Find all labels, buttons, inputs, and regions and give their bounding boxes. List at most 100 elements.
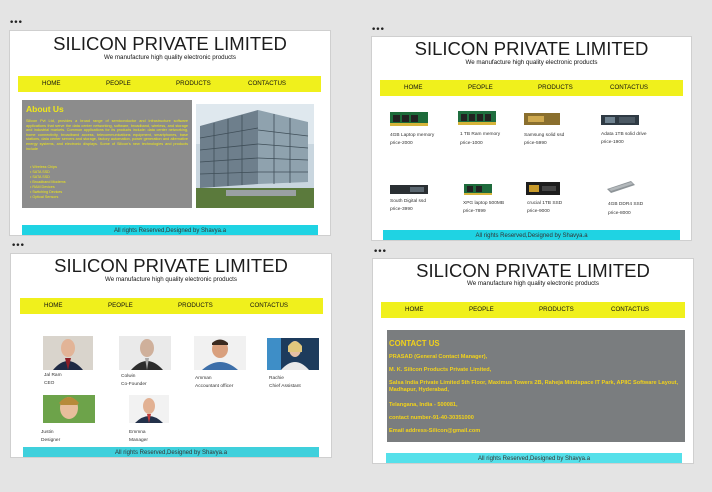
ram-module-icon[interactable] [390,112,428,126]
home-page-frame: SILICON PRIVATE LIMITED We manufacture h… [9,30,331,236]
product-name: 1 TB Ram memory [460,132,501,137]
person-role: Designer [41,438,61,443]
person-photo [43,395,95,423]
footer-bar: All rights Reserved,Designed by Shavya.a [22,225,318,235]
navbar: HOME PEOPLE PRODUCTS CONTACTUS [18,76,321,92]
nav-people-link[interactable]: PEOPLE [469,306,494,313]
person-name: Emmna [129,430,146,435]
people-page-frame: SILICON PRIVATE LIMITED We manufacture h… [10,253,332,458]
site-title: SILICON PRIVATE LIMITED [54,255,288,276]
person-role: Manager [129,438,148,443]
site-subtitle: We manufacture high quality electronic p… [105,276,237,283]
product-price: price-3990 [390,207,413,212]
footer-text: All rights Reserved,Designed by Shavya.a [477,456,591,462]
footer-text: All rights Reserved,Designed by Shavya.a [475,233,588,239]
person-photo [194,336,246,370]
frame-options-icon[interactable]: ••• [11,242,25,251]
frame-options-icon[interactable]: ••• [373,248,387,257]
ssd-icon[interactable] [390,185,428,194]
person-photo [43,336,93,370]
product-name: South Digital ssd [390,199,426,204]
contact-page-frame: SILICON PRIVATE LIMITED We manufacture h… [372,258,694,464]
nav-home-link[interactable]: HOME [404,84,423,91]
product-name: XPG laptop 500MB [463,201,505,206]
person-photo [129,395,169,423]
product-name: Samsung solid ssd [524,133,565,138]
nav-contact-link[interactable]: CONTACTUS [611,306,649,313]
person-name: Rachie [269,376,284,381]
nav-home-link[interactable]: HOME [44,302,63,309]
person-name: Jal Ram [44,373,62,378]
product-price: price-1900 [601,140,624,145]
nav-products-link[interactable]: PRODUCTS [539,306,574,313]
footer-text: All rights Reserved,Designed by Shavya.a [113,228,227,234]
contact-email[interactable]: Email address-Silicon@gmail.com [389,428,683,435]
footer-bar: All rights Reserved,Designed by Shavya.a [383,230,680,240]
frame-options-icon[interactable]: ••• [9,19,23,28]
product-name: Adata 1TB solid drive [601,132,647,137]
footer-bar: All rights Reserved,Designed by Shavya.a [386,453,682,463]
about-text: Silicon Pvt Ltd, provides a broad range … [26,119,188,151]
person-name: Justin [41,430,54,435]
product-price: price-5990 [524,141,547,146]
person-role: Accountant officer [195,384,234,389]
navbar: HOME PEOPLE PRODUCTS CONTACTUS [380,80,683,96]
contact-line: M. K. Silicon Products Private Limited, [389,367,492,373]
site-subtitle: We manufacture high quality electronic p… [465,59,598,66]
product-price: price-8000 [608,211,631,216]
product-name: 4GB Laptop memory [390,133,435,138]
contact-panel: CONTACT US PRASAD (General Contact Manag… [387,330,685,442]
footer-text: All rights Reserved,Designed by Shavya.a [114,450,228,456]
person-name: Colwin [121,374,136,379]
about-product-list: Wireless Chips SATA SSD SATA SSD Broadba… [30,165,66,200]
nav-contact-link[interactable]: CONTACTUS [248,80,286,87]
nav-people-link[interactable]: PEOPLE [468,84,493,91]
about-heading: About Us [26,104,64,114]
site-title: SILICON PRIVATE LIMITED [414,38,649,59]
list-item: Optical Sensors [30,195,66,200]
ssd-icon[interactable] [524,113,560,125]
nav-people-link[interactable]: PEOPLE [108,302,133,309]
product-name: crucial 1TB SSD [527,201,563,206]
nav-contact-link[interactable]: CONTACTUS [250,302,288,309]
contact-line: PRASAD (General Contact Manager), [389,354,488,360]
nav-products-link[interactable]: PRODUCTS [538,84,573,91]
ssd-icon[interactable] [526,182,560,195]
office-building-image [196,104,314,208]
nav-contact-link[interactable]: CONTACTUS [610,84,648,91]
person-role: Chief Assistant [269,384,301,389]
ssd-icon[interactable] [601,115,639,125]
nav-home-link[interactable]: HOME [405,306,424,313]
site-title: SILICON PRIVATE LIMITED [53,33,287,54]
nav-home-link[interactable]: HOME [42,80,61,87]
site-subtitle: We manufacture high quality electronic p… [104,54,236,61]
ram-module-icon[interactable] [607,181,635,193]
ram-module-icon[interactable] [464,184,492,195]
product-price: price-1000 [460,141,483,146]
products-page-frame: SILICON PRIVATE LIMITED We manufacture h… [371,36,692,241]
person-role: CEO [44,381,55,386]
footer-bar: All rights Reserved,Designed by Shavya.a [23,447,319,457]
product-name: 4GB DDR4 SSD [608,202,644,207]
contact-line: Telangana, India - 500081, [389,402,458,408]
contact-heading: CONTACT US [389,339,440,348]
contact-address: Salsa India Private Limited 5th Floor, M… [389,380,679,393]
about-panel: About Us Silicon Pvt Ltd, provides a bro… [22,100,192,208]
person-name: Amman [195,376,212,381]
site-title: SILICON PRIVATE LIMITED [416,260,650,281]
product-price: price-7899 [463,209,486,214]
person-role: Co-Founder [121,382,147,387]
person-photo [267,338,319,370]
navbar: HOME PEOPLE PRODUCTS CONTACTUS [20,298,323,314]
person-photo [119,336,171,370]
nav-people-link[interactable]: PEOPLE [106,80,131,87]
product-price: price-9000 [527,209,550,214]
product-price: price-2000 [390,141,413,146]
ram-module-icon[interactable] [458,111,496,125]
frame-options-icon[interactable]: ••• [371,26,385,35]
navbar: HOME PEOPLE PRODUCTS CONTACTUS [381,302,685,318]
nav-products-link[interactable]: PRODUCTS [178,302,213,309]
nav-products-link[interactable]: PRODUCTS [176,80,211,87]
contact-phone: contact number-91-40-30351000 [389,415,474,421]
site-subtitle: We manufacture high quality electronic p… [467,280,599,287]
